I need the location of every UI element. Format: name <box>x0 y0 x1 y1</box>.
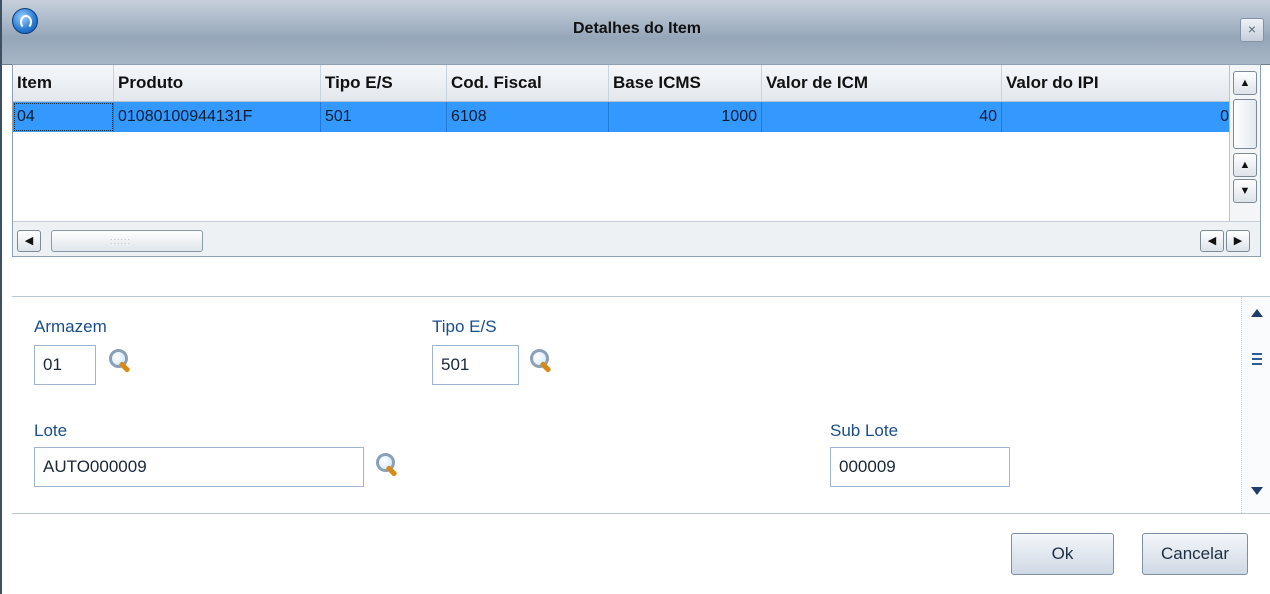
grid-horizontal-scrollbar[interactable]: ◀ ◀ ▶ <box>13 221 1260 256</box>
title-bar: Detalhes do Item × <box>2 0 1270 65</box>
col-header-base-icms[interactable]: Base ICMS <box>609 65 762 101</box>
magnifier-icon[interactable] <box>376 453 400 479</box>
scroll-up-icon[interactable]: ▲ <box>1233 71 1257 95</box>
tipo-es-field[interactable]: 501 <box>432 345 519 385</box>
armazem-label: Armazem <box>34 317 107 336</box>
cancel-button[interactable]: Cancelar <box>1142 533 1248 575</box>
col-header-cod-fiscal[interactable]: Cod. Fiscal <box>447 65 609 101</box>
sub-lote-field[interactable]: 000009 <box>830 447 1010 487</box>
horizontal-scroll-thumb[interactable] <box>51 230 203 252</box>
vertical-scroll-thumb[interactable] <box>1233 99 1257 149</box>
magnifier-icon[interactable] <box>109 349 133 375</box>
form-vertical-scrollbar[interactable] <box>1241 297 1270 513</box>
sub-lote-label: Sub Lote <box>830 421 899 440</box>
cell-valor-ipi[interactable]: 0 <box>1002 102 1229 132</box>
scroll-up-icon[interactable] <box>1251 309 1263 317</box>
armazem-field[interactable]: 01 <box>34 345 96 385</box>
dialog-title: Detalhes do Item <box>572 20 702 37</box>
dialog-window: Detalhes do Item × Item Produto Tipo E/S… <box>0 0 1270 594</box>
close-icon[interactable]: × <box>1240 18 1264 42</box>
tipo-es-label: Tipo E/S <box>432 317 497 336</box>
scroll-grip-icon[interactable] <box>1252 353 1262 368</box>
grid-vertical-scrollbar[interactable]: ▲ ▲ ▼ <box>1229 65 1260 223</box>
col-header-produto[interactable]: Produto <box>114 65 321 101</box>
table-row[interactable]: 04 01080100944131F 501 6108 1000 40 0 <box>13 102 1229 132</box>
ok-button[interactable]: Ok <box>1011 533 1114 575</box>
lote-label: Lote <box>34 421 68 440</box>
lote-field[interactable]: AUTO000009 <box>34 447 364 487</box>
scroll-down-icon[interactable]: ▼ <box>1233 179 1257 203</box>
cell-item[interactable]: 04 <box>13 102 114 132</box>
col-header-valor-icm[interactable]: Valor de ICM <box>762 65 1002 101</box>
magnifier-icon[interactable] <box>530 349 554 375</box>
cell-cod-fiscal[interactable]: 6108 <box>447 102 609 132</box>
item-detail-form: Armazem 01 Tipo E/S 501 Lote AUTO000009 … <box>12 296 1270 514</box>
scroll-left-icon[interactable]: ◀ <box>1200 230 1224 252</box>
scroll-left-icon[interactable]: ◀ <box>17 230 41 252</box>
scroll-right-icon[interactable]: ▶ <box>1226 230 1250 252</box>
scroll-down-icon[interactable] <box>1251 487 1263 495</box>
cell-base-icms[interactable]: 1000 <box>609 102 762 132</box>
items-grid: Item Produto Tipo E/S Cod. Fiscal Base I… <box>12 64 1261 257</box>
col-header-valor-ipi[interactable]: Valor do IPI <box>1002 65 1229 101</box>
cell-produto[interactable]: 01080100944131F <box>114 102 321 132</box>
col-header-tipo-es[interactable]: Tipo E/S <box>321 65 447 101</box>
col-header-item[interactable]: Item <box>13 65 114 101</box>
grid-header: Item Produto Tipo E/S Cod. Fiscal Base I… <box>13 65 1229 102</box>
cell-tipo-es[interactable]: 501 <box>321 102 447 132</box>
scroll-up-icon[interactable]: ▲ <box>1233 153 1257 177</box>
cell-valor-icm[interactable]: 40 <box>762 102 1002 132</box>
